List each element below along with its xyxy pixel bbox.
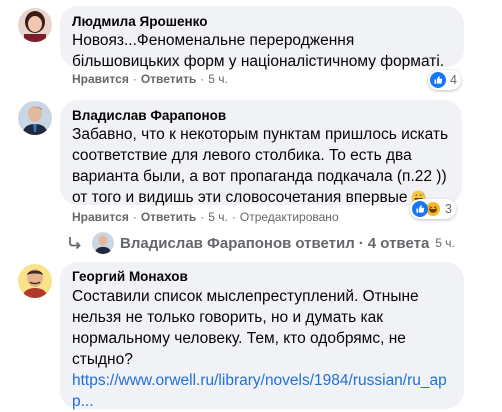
separator-dot: ·: [200, 210, 205, 224]
comment-line: Новояз...Феноменальне переродження: [72, 32, 355, 49]
reactions-badge[interactable]: 4: [428, 70, 461, 90]
like-button[interactable]: Нравится: [72, 210, 129, 224]
comment-line: нельзя не только говорить, но и думать к…: [72, 309, 383, 326]
reply-button[interactable]: Ответить: [141, 210, 196, 224]
reaction-count: 4: [450, 73, 457, 87]
comment-time[interactable]: 5 ч.: [208, 72, 228, 86]
separator-dot: ·: [132, 72, 137, 86]
comment-author[interactable]: Владислав Фарапонов: [72, 108, 226, 123]
separator-dot: ·: [132, 210, 137, 224]
comment-author[interactable]: Георгий Монахов: [72, 269, 188, 284]
reply-author: Владислав Фарапонов: [120, 234, 292, 252]
like-icon: [430, 72, 446, 88]
comment-text: Забавно, что к некоторым пунктам пришлос…: [72, 124, 448, 208]
comment-text: Составили список мыслепреступлений. Отны…: [72, 286, 447, 412]
comment-line: варианта были, а вот пропаганда подкачал…: [72, 168, 447, 185]
comment-line: от того и видишь эти словосочетания впер…: [72, 189, 408, 206]
avatar: [92, 232, 114, 254]
like-button[interactable]: Нравится: [72, 72, 129, 86]
comment-author[interactable]: Людмила Ярошенко: [72, 14, 207, 29]
reply-button[interactable]: Ответить: [141, 72, 196, 86]
comment-line: стыдно?: [72, 351, 133, 368]
comment-actions: Нравится · Ответить · 5 ч.: [72, 72, 228, 86]
external-link[interactable]: https://www.orwell.ru/library/novels/198…: [72, 370, 447, 391]
comment-actions: Нравится · Ответить · 5 ч. · Отредактировано: [72, 210, 339, 224]
separator-dot: ·: [358, 234, 364, 252]
comment-line: Забавно, что к некоторым пунктам пришлос…: [72, 126, 449, 143]
separator-dot: ·: [200, 72, 205, 86]
comment-line: нормальному человеку. Тем, кто одобрямс,…: [72, 330, 406, 347]
edited-label: Отредактировано: [239, 210, 339, 224]
reply-arrow-icon: [66, 234, 84, 252]
comment-line: більшовицьких форм у націоналістичному ф…: [72, 53, 445, 70]
comment-time[interactable]: 5 ч.: [208, 210, 228, 224]
comment-text: Новояз...Феноменальне переродження більш…: [72, 30, 444, 72]
avatar[interactable]: [18, 101, 52, 135]
reply-time: 5 ч.: [435, 236, 455, 250]
avatar[interactable]: [18, 8, 52, 42]
comment-line: соответствие для левого столбика. То ест…: [72, 147, 412, 164]
avatar[interactable]: [18, 264, 52, 298]
comment-line: Составили список мыслепреступлений. Отны…: [72, 288, 419, 305]
like-icon: [412, 201, 428, 217]
reactions-badge[interactable]: 3: [410, 199, 456, 219]
reaction-count: 3: [445, 202, 452, 216]
separator-dot: ·: [231, 210, 236, 224]
reply-count: 4 ответа: [367, 234, 430, 252]
reply-verb: ответил: [295, 234, 355, 252]
view-replies-link[interactable]: Владислав Фарапонов ответил · 4 ответа 5…: [66, 232, 455, 254]
